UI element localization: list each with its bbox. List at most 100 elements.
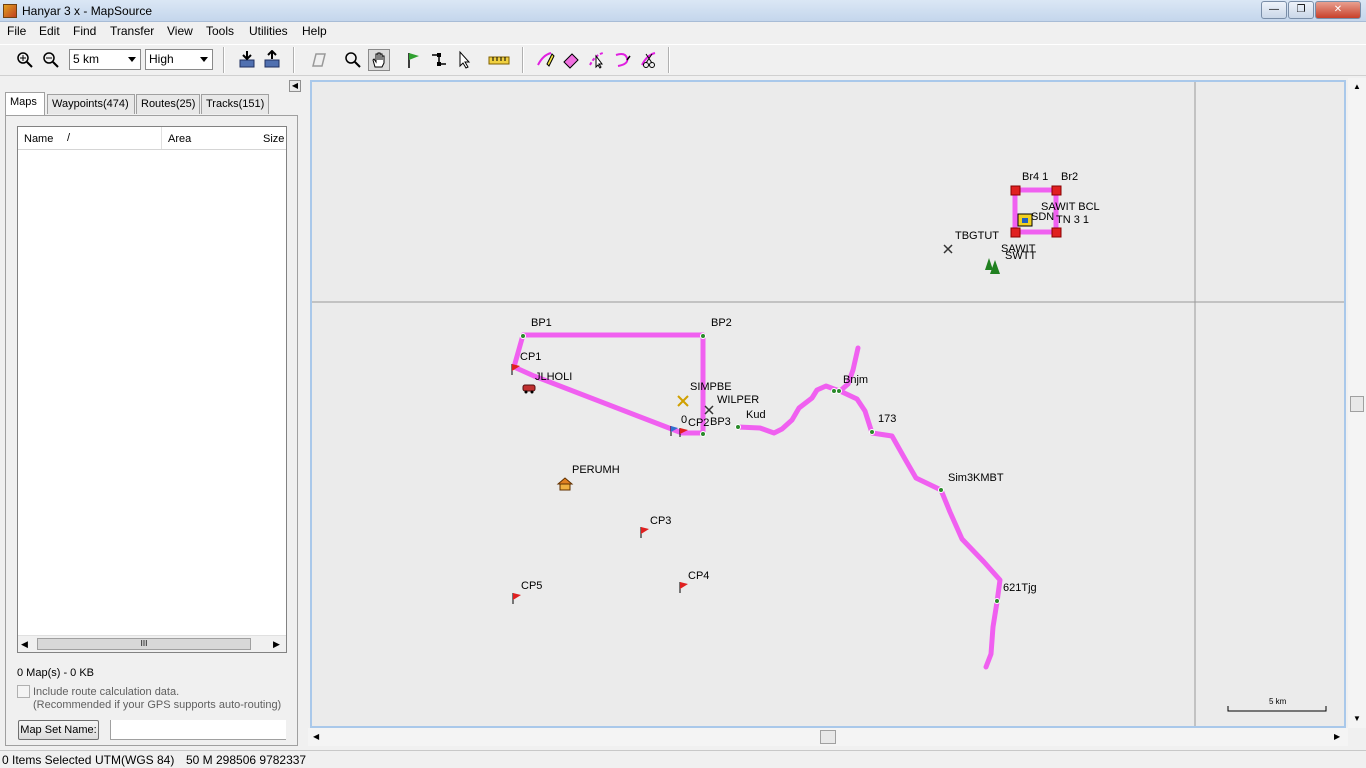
menu-edit[interactable]: Edit (39, 24, 60, 38)
scroll-down-icon[interactable]: ▼ (1353, 714, 1361, 723)
map-set-name-button[interactable]: Map Set Name: (18, 720, 99, 740)
waypoint-label[interactable]: TBGTUT (955, 230, 999, 242)
waypoint-label[interactable]: TN 3 1 (1056, 214, 1089, 226)
column-size[interactable]: Size (263, 133, 284, 145)
waypoint-label[interactable]: Sim3KMBT (948, 472, 1004, 484)
school-icon[interactable] (1017, 213, 1033, 227)
waypoint-label[interactable]: CP2 (688, 417, 709, 429)
flag-icon[interactable] (679, 582, 688, 593)
receive-from-device-icon[interactable] (236, 49, 258, 71)
waypoint-dot-icon[interactable] (700, 333, 706, 339)
waypoint-dot-icon[interactable] (735, 424, 741, 430)
waypoint-label[interactable]: Bnjm (843, 374, 868, 386)
tab-waypoints[interactable]: Waypoints(474) (47, 94, 135, 114)
scroll-right-icon[interactable]: ▶ (1334, 732, 1340, 741)
waypoint-label[interactable]: CP4 (688, 570, 709, 582)
waypoint-dot-icon[interactable] (836, 388, 842, 394)
waypoint-dot-icon[interactable] (938, 487, 944, 493)
menu-view[interactable]: View (167, 24, 193, 38)
menu-transfer[interactable]: Transfer (110, 24, 154, 38)
waypoint-label[interactable]: PERUMH (572, 464, 620, 476)
tab-routes[interactable]: Routes(25) (136, 94, 200, 114)
menu-tools[interactable]: Tools (206, 24, 234, 38)
divide-track-icon[interactable] (638, 49, 660, 71)
flag-icon[interactable] (512, 593, 521, 604)
crossroad-icon[interactable] (677, 395, 689, 407)
track-draw-icon[interactable] (534, 49, 556, 71)
flag-icon[interactable] (640, 527, 649, 538)
zoom-scale-select[interactable]: 5 km (69, 49, 141, 70)
maps-list[interactable]: Name / Area Size ◀ III ▶ (17, 126, 287, 653)
waypoint-label[interactable]: 621Tjg (1003, 582, 1037, 594)
maps-list-hscrollbar[interactable]: ◀ III ▶ (18, 635, 286, 652)
zoom-out-icon[interactable] (40, 49, 62, 71)
waypoint-tool-icon[interactable] (402, 49, 424, 71)
zoom-in-icon[interactable] (14, 49, 36, 71)
waypoint-label[interactable]: BP1 (531, 317, 552, 329)
scroll-left-icon[interactable]: ◀ (21, 639, 28, 650)
cube-marker-icon[interactable] (1051, 227, 1062, 238)
zoom-tool-icon[interactable] (342, 49, 364, 71)
map-canvas[interactable]: Br4 1 Br2 SAWIT BCL SDN TN 3 1 TBGTUT SA… (312, 82, 1344, 726)
map-view[interactable]: Br4 1 Br2 SAWIT BCL SDN TN 3 1 TBGTUT SA… (310, 80, 1346, 728)
map-item-icon[interactable] (308, 49, 330, 71)
house-icon[interactable] (556, 477, 574, 491)
waypoint-label[interactable]: Br2 (1061, 171, 1078, 183)
waypoint-label[interactable]: CP1 (520, 351, 541, 363)
mapsource-app-icon[interactable] (3, 4, 17, 18)
scroll-left-icon[interactable]: ◀ (313, 732, 319, 741)
send-to-device-icon[interactable] (261, 49, 283, 71)
waypoint-label[interactable]: 173 (878, 413, 896, 425)
vscroll-thumb[interactable] (1350, 396, 1364, 412)
waypoint-dot-icon[interactable] (700, 431, 706, 437)
map-hscrollbar[interactable]: ◀ ▶ (308, 728, 1348, 746)
map-set-name-input[interactable] (110, 720, 286, 740)
waypoint-dot-icon[interactable] (520, 333, 526, 339)
scroll-up-icon[interactable]: ▲ (1353, 82, 1361, 91)
cube-marker-icon[interactable] (1010, 227, 1021, 238)
selection-tool-icon[interactable] (454, 49, 476, 71)
waypoint-label[interactable]: SWTT (1005, 250, 1036, 262)
eraser-icon[interactable] (560, 49, 582, 71)
route-tool-icon[interactable] (428, 49, 450, 71)
detail-select[interactable]: High (145, 49, 213, 70)
maximize-button[interactable]: ❐ (1288, 1, 1314, 19)
scroll-thumb[interactable]: III (37, 638, 251, 650)
waypoint-label[interactable]: SIMPBE (690, 381, 732, 393)
scroll-right-icon[interactable]: ▶ (273, 639, 280, 650)
cube-marker-icon[interactable] (1010, 185, 1021, 196)
waypoint-label[interactable]: BP3 (710, 416, 731, 428)
distance-ruler-icon[interactable] (488, 49, 510, 71)
menu-find[interactable]: Find (73, 24, 96, 38)
route-calc-checkbox[interactable] (17, 685, 30, 698)
waypoint-label[interactable]: CP3 (650, 515, 671, 527)
column-name[interactable]: Name (24, 133, 53, 145)
column-divider[interactable] (161, 127, 162, 149)
hscroll-thumb[interactable] (820, 730, 836, 744)
tab-tracks[interactable]: Tracks(151) (201, 94, 269, 114)
track-bp-loop[interactable] (511, 332, 706, 436)
track-kud-bnjm-621tjg[interactable] (735, 345, 1003, 670)
menu-help[interactable]: Help (302, 24, 327, 38)
map-vscrollbar[interactable]: ▲ ▼ (1348, 78, 1366, 728)
mine-icon[interactable] (704, 405, 714, 415)
close-button[interactable]: ✕ (1315, 1, 1361, 19)
waypoint-dot-icon[interactable] (869, 429, 875, 435)
minimize-button[interactable]: — (1261, 1, 1287, 19)
collapse-panel-button[interactable]: ◀ (289, 80, 301, 92)
waypoint-label[interactable]: Kud (746, 409, 766, 421)
waypoint-label[interactable]: CP5 (521, 580, 542, 592)
cube-marker-icon[interactable] (1051, 185, 1062, 196)
waypoint-label[interactable]: SDN (1031, 211, 1054, 223)
menu-file[interactable]: File (7, 24, 26, 38)
waypoint-dot-icon[interactable] (831, 388, 837, 394)
mine-icon[interactable] (943, 244, 953, 254)
track-select-icon[interactable] (586, 49, 608, 71)
menu-utilities[interactable]: Utilities (249, 24, 288, 38)
waypoint-label[interactable]: 0 (681, 414, 687, 426)
join-tracks-icon[interactable] (612, 49, 634, 71)
car-icon[interactable] (522, 384, 536, 394)
waypoint-label[interactable]: Br4 1 (1022, 171, 1048, 183)
waypoint-label[interactable]: WILPER (717, 394, 759, 406)
column-area[interactable]: Area (168, 133, 191, 145)
